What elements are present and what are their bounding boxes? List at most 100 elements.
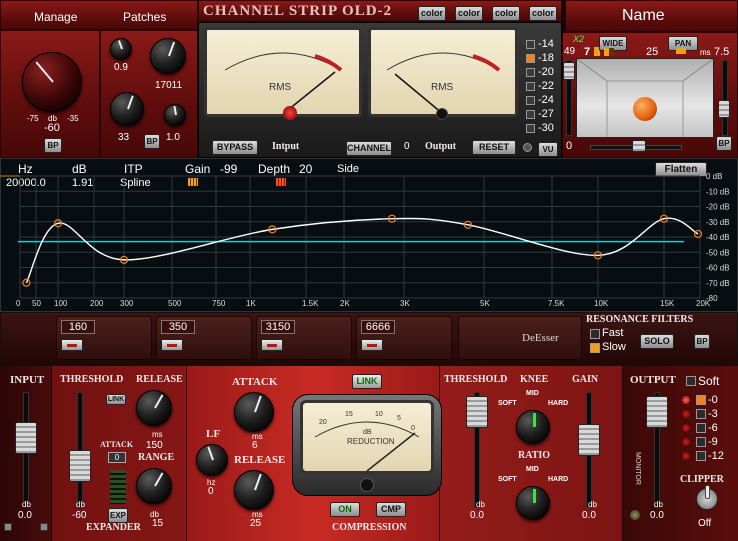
input-link-icon[interactable] [4,523,12,531]
monitor-led[interactable] [630,510,640,520]
band-remove-icon[interactable] [261,339,283,351]
comp-release-knob[interactable] [234,470,274,510]
level-checkbox[interactable] [696,409,706,419]
knee-knob[interactable] [516,410,550,444]
range-toggle[interactable] [526,40,535,49]
stereo-75: 7.5 [714,46,730,58]
channel-button[interactable]: CHANNEL [346,141,392,156]
band-remove-icon[interactable] [161,339,183,351]
expander-threshold-label: THRESHOLD [60,374,124,385]
eq-curve [25,217,699,284]
ratio-knob[interactable] [516,486,550,520]
fast-checkbox[interactable] [590,329,600,339]
range-label: -22 [538,80,554,92]
reset-button[interactable]: RESET [472,140,516,155]
comp-link-button[interactable]: LINK [352,374,382,389]
eq-x-tick: 1.5K [302,299,319,308]
expander-attack-value[interactable]: 0 [108,452,126,463]
reduction-scale-10: 10 [375,411,383,418]
stereo-room-view[interactable] [576,58,714,138]
patches-button[interactable]: Patches [123,10,166,24]
stereo-right-fader[interactable] [718,100,730,118]
resonance-bp-button[interactable]: BP [694,334,710,349]
band-remove-icon[interactable] [61,339,83,351]
comp-threshold-fader[interactable] [466,396,488,428]
level-led[interactable] [682,452,690,460]
level-led[interactable] [682,424,690,432]
range-toggle[interactable] [526,82,535,91]
vu-button[interactable]: VU [538,142,558,157]
solo-button[interactable]: SOLO [640,334,674,349]
band-frequency[interactable]: 350 [161,320,195,334]
expander-threshold-fader[interactable] [69,450,91,482]
reduction-db: dB [363,429,372,436]
expander-ms: ms [152,430,163,439]
level-led[interactable] [682,410,690,418]
eq-graph[interactable]: 0 dB -10 dB -20 dB -30 dB -40 dB -50 dB -60 dB… [0,158,738,312]
clipper-switch[interactable] [696,485,718,510]
eq-x-tick: 0 [16,299,21,308]
input-fader[interactable] [15,422,37,454]
input-bp-button[interactable]: BP [44,138,62,153]
expander-release-value: 150 [146,440,163,451]
bypass-button[interactable]: BYPASS [212,140,258,155]
vu-meter-input: RMS [204,27,362,117]
level-checkbox[interactable] [696,451,706,461]
expander-link-button[interactable]: LINK [106,394,126,405]
level-checkbox[interactable] [696,437,706,447]
level-led[interactable] [682,396,690,404]
range-toggle[interactable] [526,68,535,77]
soft-checkbox[interactable] [686,376,696,386]
expander-range-knob[interactable] [136,468,172,504]
level-checkbox[interactable] [696,423,706,433]
comp-cmp-button[interactable]: CMP [376,502,406,517]
eq-y-tick: -50 dB [706,248,730,257]
input-gain-value: -60 [44,122,60,134]
eq-y-tick: -10 dB [706,187,730,196]
range-toggle[interactable] [526,96,535,105]
input-gain-knob[interactable] [22,52,82,112]
stereo-ball[interactable] [633,97,657,121]
vu-toggle-led[interactable] [523,143,532,152]
output-fader[interactable] [646,396,668,428]
color-button-4[interactable]: color [529,6,557,21]
level-checkbox[interactable] [696,395,706,405]
expander-release-knob[interactable] [136,390,172,426]
comp-lf-knob[interactable] [196,444,228,476]
level-label: -3 [708,408,718,420]
knob-4[interactable] [164,104,186,126]
comp-thr-db: db [476,500,485,509]
color-button-3[interactable]: color [492,6,520,21]
band-remove-icon[interactable] [361,339,383,351]
input-led [283,106,297,120]
input-label: Intput [272,141,300,152]
input-fader-value: 0.0 [18,510,32,521]
band-frequency[interactable]: 160 [61,320,95,334]
stereo-left-fader[interactable] [563,62,575,80]
range-toggle[interactable] [526,110,535,119]
stereo-bp-button[interactable]: BP [716,136,732,151]
knob-3[interactable] [110,92,144,126]
input-link-icon-2[interactable] [40,523,48,531]
preset-name[interactable]: Name [622,7,665,25]
slow-checkbox[interactable] [590,343,600,353]
comp-gain-fader[interactable] [578,424,600,456]
range-toggle[interactable] [526,54,535,63]
band-frequency[interactable]: 3150 [261,320,295,334]
range-label: -20 [538,66,554,78]
range-toggle[interactable] [526,124,535,133]
expander-range-value: 15 [152,518,164,529]
level-led[interactable] [682,438,690,446]
balance-fader[interactable] [632,140,646,152]
knob-2[interactable] [150,38,186,74]
comp-on-button[interactable]: ON [330,502,360,517]
knob-1-value: 0.9 [114,62,128,73]
comp-attack-knob[interactable] [234,392,274,432]
knob-1[interactable] [110,38,132,60]
color-button-1[interactable]: color [418,6,446,21]
knob-bp-button[interactable]: BP [144,134,160,149]
color-button-2[interactable]: color [455,6,483,21]
expander-exp-button[interactable]: EXP [108,508,128,523]
manage-button[interactable]: Manage [34,10,77,24]
band-frequency[interactable]: 6666 [361,320,395,334]
